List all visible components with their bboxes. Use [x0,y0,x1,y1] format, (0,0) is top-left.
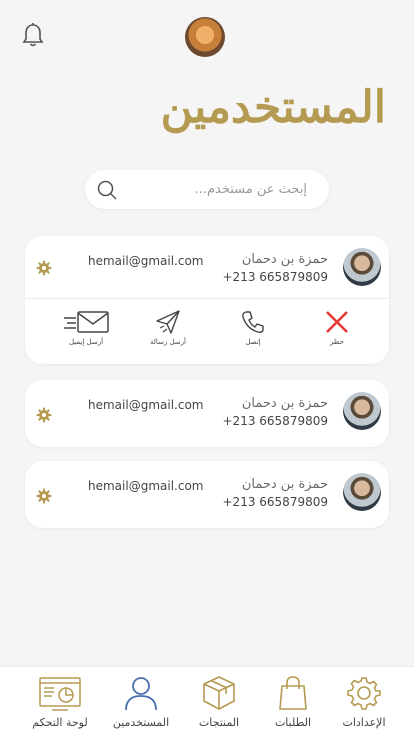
search-icon[interactable] [96,179,118,201]
profile-avatar[interactable] [185,17,225,57]
user-avatar [343,392,381,430]
tab-products-label: المنتجات [198,716,240,729]
gear-icon [347,677,381,710]
user-icon [125,677,157,711]
box-icon [203,676,235,710]
send-email-button[interactable]: أرسل إيميل [56,309,116,346]
tab-orders[interactable]: الطلبات [253,675,333,729]
tab-dashboard[interactable]: لوحة التحكم [20,675,100,729]
call-label: إتصل [245,338,261,346]
send-message-label: أرسل رسالة [150,338,186,346]
search-input[interactable] [127,170,307,209]
user-name: حمزة بن دحمان [241,477,328,492]
user-row[interactable]: حمزة بن دحمان +213 665879809 hemail@gmai… [25,461,389,528]
user-avatar [343,248,381,286]
user-card[interactable]: حمزة بن دحمان +213 665879809 hemail@gmai… [25,461,389,528]
user-avatar [343,473,381,511]
tab-orders-label: الطلبات [274,716,312,729]
gear-icon[interactable] [36,260,52,276]
user-email: hemail@gmail.com [88,254,204,268]
gear-icon[interactable] [36,407,52,423]
tab-dashboard-label: لوحة التحكم [32,716,88,729]
user-email: hemail@gmail.com [88,479,204,493]
user-actions: حظر إتصل أرسل رسالة أرسل إيميل [25,298,389,364]
tab-users-label: المستخدمين [112,716,170,729]
mail-icon [64,311,109,333]
tab-users[interactable]: المستخدمين [101,675,181,729]
dashboard-icon [39,677,81,711]
close-icon [326,311,348,333]
tab-settings[interactable]: الإعدادات [324,675,404,729]
block-label: حظر [330,338,344,346]
page-title: المستخدمين [160,82,386,133]
user-card[interactable]: حمزة بن دحمان +213 665879809 hemail@gmai… [25,380,389,447]
phone-icon [242,311,264,333]
search-bar [85,170,329,209]
bell-icon[interactable] [22,22,44,48]
user-phone: +213 665879809 [222,270,329,284]
user-name: حمزة بن دحمان [241,252,328,267]
call-button[interactable]: إتصل [223,309,283,346]
tab-settings-label: الإعدادات [342,716,386,729]
shopping-bag-icon [279,676,307,710]
user-card[interactable]: حمزة بن دحمان +213 665879809 hemail@gmai… [25,236,389,364]
user-row[interactable]: حمزة بن دحمان +213 665879809 hemail@gmai… [25,380,389,447]
gear-icon[interactable] [36,488,52,504]
block-button[interactable]: حظر [307,309,367,346]
send-message-button[interactable]: أرسل رسالة [138,309,198,346]
tab-products[interactable]: المنتجات [179,675,259,729]
user-row[interactable]: حمزة بن دحمان +213 665879809 hemail@gmai… [25,236,389,298]
paper-plane-icon [156,310,180,334]
user-name: حمزة بن دحمان [241,396,328,411]
user-email: hemail@gmail.com [88,398,204,412]
user-phone: +213 665879809 [222,414,329,428]
send-email-label: أرسل إيميل [68,338,104,346]
top-bar [0,0,414,70]
user-phone: +213 665879809 [222,495,329,509]
bottom-tab-bar: الإعدادات الطلبات المنتجات المستخدمين لو… [0,666,414,736]
